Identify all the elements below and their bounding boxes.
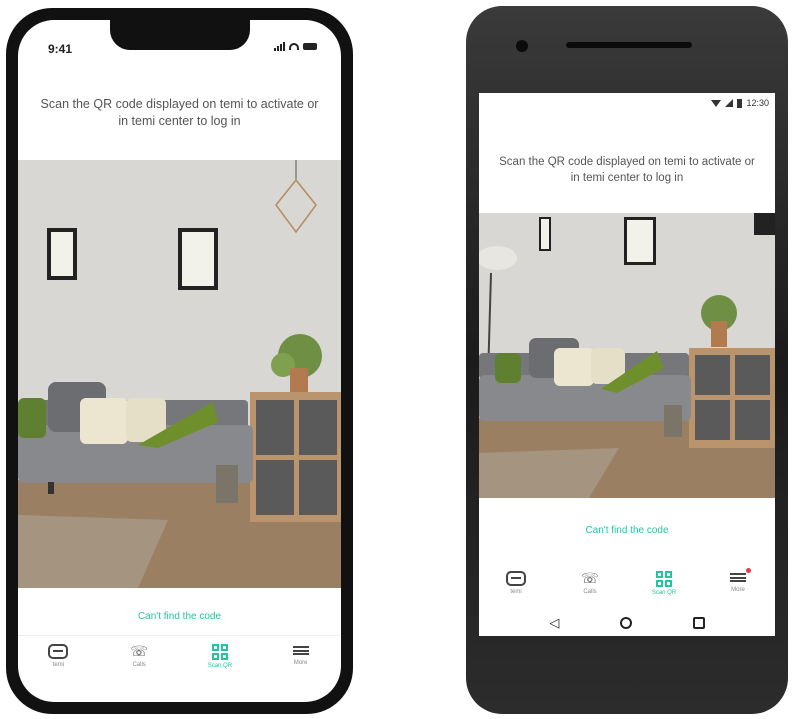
android-mockup: 12:30 Scan the QR code displayed on temi…	[466, 6, 788, 714]
signal-icon	[725, 99, 734, 107]
qr-icon	[211, 644, 228, 660]
android-nav-bar: ◁	[479, 609, 775, 636]
iphone-mockup: 9:41 Scan the QR code displayed on temi …	[6, 8, 353, 714]
living-room-image	[18, 160, 341, 588]
iphone-notch	[110, 20, 250, 50]
signal-icon	[274, 42, 285, 51]
tab-label: More	[293, 660, 308, 666]
cant-find-code-link[interactable]: Can't find the code	[18, 611, 341, 622]
tab-label: Calls	[583, 589, 597, 595]
android-screen: 12:30 Scan the QR code displayed on temi…	[479, 93, 775, 636]
tab-label: temi	[510, 589, 522, 595]
battery-icon	[737, 98, 743, 108]
recents-icon[interactable]	[692, 616, 705, 629]
tab-more[interactable]: More	[708, 568, 768, 605]
phone-icon: ☏	[581, 570, 599, 586]
back-icon[interactable]: ◁	[549, 615, 559, 631]
front-camera	[516, 40, 528, 52]
living-room-image	[479, 213, 775, 498]
scan-instruction: Scan the QR code displayed on temi to ac…	[499, 156, 755, 184]
tab-label: Calls	[132, 662, 146, 668]
tab-scan-qr[interactable]: Scan QR	[190, 644, 250, 685]
battery-icon	[303, 43, 317, 50]
tab-label: More	[731, 587, 745, 593]
tab-label: Scan QR	[651, 590, 677, 596]
tab-temi[interactable]: temi	[486, 571, 546, 605]
camera-viewfinder[interactable]	[479, 213, 775, 498]
wifi-icon	[711, 99, 722, 107]
notification-badge	[746, 568, 751, 573]
tab-calls[interactable]: ☏ Calls	[109, 644, 169, 685]
home-icon[interactable]	[619, 616, 632, 629]
status-time: 9:41	[48, 42, 73, 56]
earpiece-speaker	[566, 42, 692, 48]
tab-temi[interactable]: temi	[28, 644, 88, 685]
menu-icon	[730, 568, 751, 584]
status-indicators	[274, 42, 317, 51]
phone-icon: ☏	[130, 643, 148, 659]
scan-instruction: Scan the QR code displayed on temi to ac…	[40, 97, 319, 128]
tab-calls[interactable]: ☏ Calls	[560, 571, 620, 605]
camera-viewfinder[interactable]	[18, 160, 341, 588]
status-time: 12:30	[746, 98, 769, 108]
android-status-bar: 12:30	[711, 98, 769, 108]
bottom-tab-bar: temi ☏ Calls Scan QR More	[479, 563, 775, 605]
bottom-tab-bar: temi ☏ Calls Scan QR More	[18, 635, 341, 685]
cant-find-code-link[interactable]: Can't find the code	[479, 525, 775, 536]
wifi-icon	[289, 43, 299, 50]
tab-label: temi	[52, 662, 65, 668]
temi-icon	[48, 644, 69, 659]
tab-more[interactable]: More	[271, 644, 331, 685]
iphone-screen: 9:41 Scan the QR code displayed on temi …	[18, 20, 341, 702]
tab-label: Scan QR	[207, 663, 233, 669]
qr-icon	[656, 571, 672, 587]
temi-icon	[506, 571, 526, 586]
tab-scan-qr[interactable]: Scan QR	[634, 571, 694, 605]
menu-icon	[292, 644, 309, 657]
